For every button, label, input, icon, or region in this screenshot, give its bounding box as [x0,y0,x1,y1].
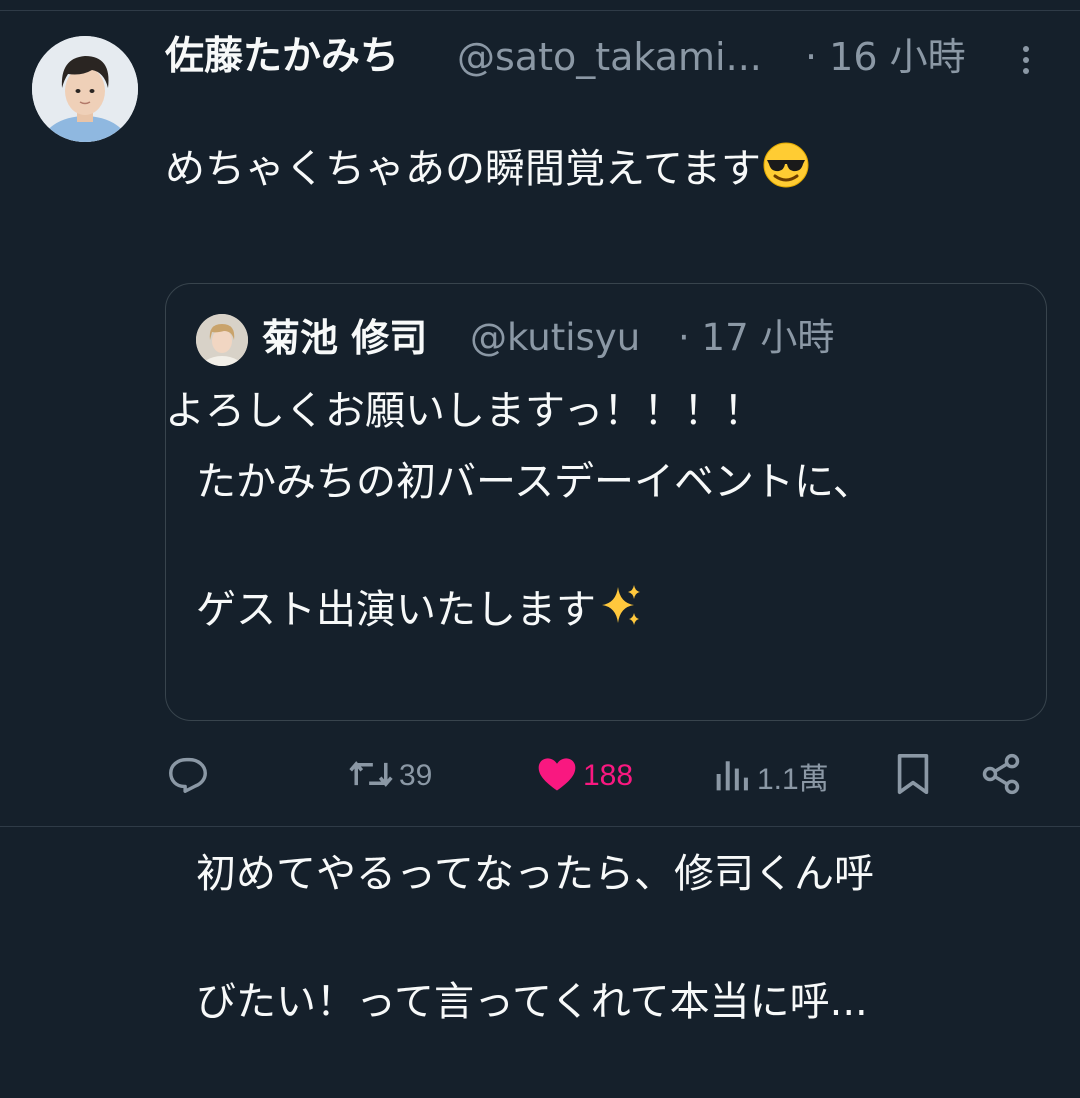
bookmark-button[interactable] [893,748,933,804]
heart-icon [535,752,579,800]
more-options-icon[interactable] [1015,40,1039,80]
quoted-text-line: びたい！って言ってくれて本当に呼... [196,979,868,1025]
sunglasses-emoji-icon [761,140,811,203]
bookmark-icon [893,751,933,801]
retweet-icon [347,751,395,801]
reply-icon [165,751,211,801]
tweet-action-bar: 39 188 1.1萬 [165,748,1045,804]
tweet-header: 佐藤たかみち @sato_takami... · 16 小時 [165,28,1045,88]
top-divider [0,10,1080,11]
author-display-name[interactable]: 佐藤たかみち [165,32,399,82]
quoted-tweet-card[interactable]: 菊池 修司 @kutisyu · 17 小時 たかみちの初バースデーイベントに、… [165,283,1047,1025]
quoted-text-line: 初めてやるってなったら、修司くん呼 [196,851,874,897]
quoted-author-display-name[interactable]: 菊池 修司 [262,312,427,364]
tweet-timestamp[interactable]: · 16 小時 [805,32,966,82]
tweet-text-line: めちゃくちゃあの瞬間覚えてます [165,146,761,192]
quoted-tweet-text: たかみちの初バースデーイベントに、 ゲスト出演いたします 初めてやるってなったら… [196,386,1026,1098]
retweet-count: 39 [399,759,433,792]
share-icon [979,752,1023,800]
quoted-author-avatar[interactable] [196,314,248,366]
retweet-button[interactable]: 39 [347,748,432,804]
share-button[interactable] [979,748,1023,804]
like-button[interactable]: 188 [535,748,633,804]
views-count: 1.1萬 [757,763,829,796]
quoted-text-line: ゲスト出演いたします [196,587,596,633]
reply-button[interactable] [165,748,211,804]
views-button[interactable]: 1.1萬 [713,748,829,804]
bottom-divider [0,826,1080,827]
quoted-tweet-timestamp[interactable]: · 17 小時 [678,312,834,364]
like-count: 188 [583,759,634,792]
sparkles-emoji-icon [596,581,646,650]
author-handle[interactable]: @sato_takami... [457,32,762,82]
quoted-text-line: たかみちの初バースデーイベントに、 [196,459,873,505]
quoted-author-handle[interactable]: @kutisyu [470,312,640,364]
views-icon [713,752,753,800]
author-avatar[interactable] [32,36,138,142]
